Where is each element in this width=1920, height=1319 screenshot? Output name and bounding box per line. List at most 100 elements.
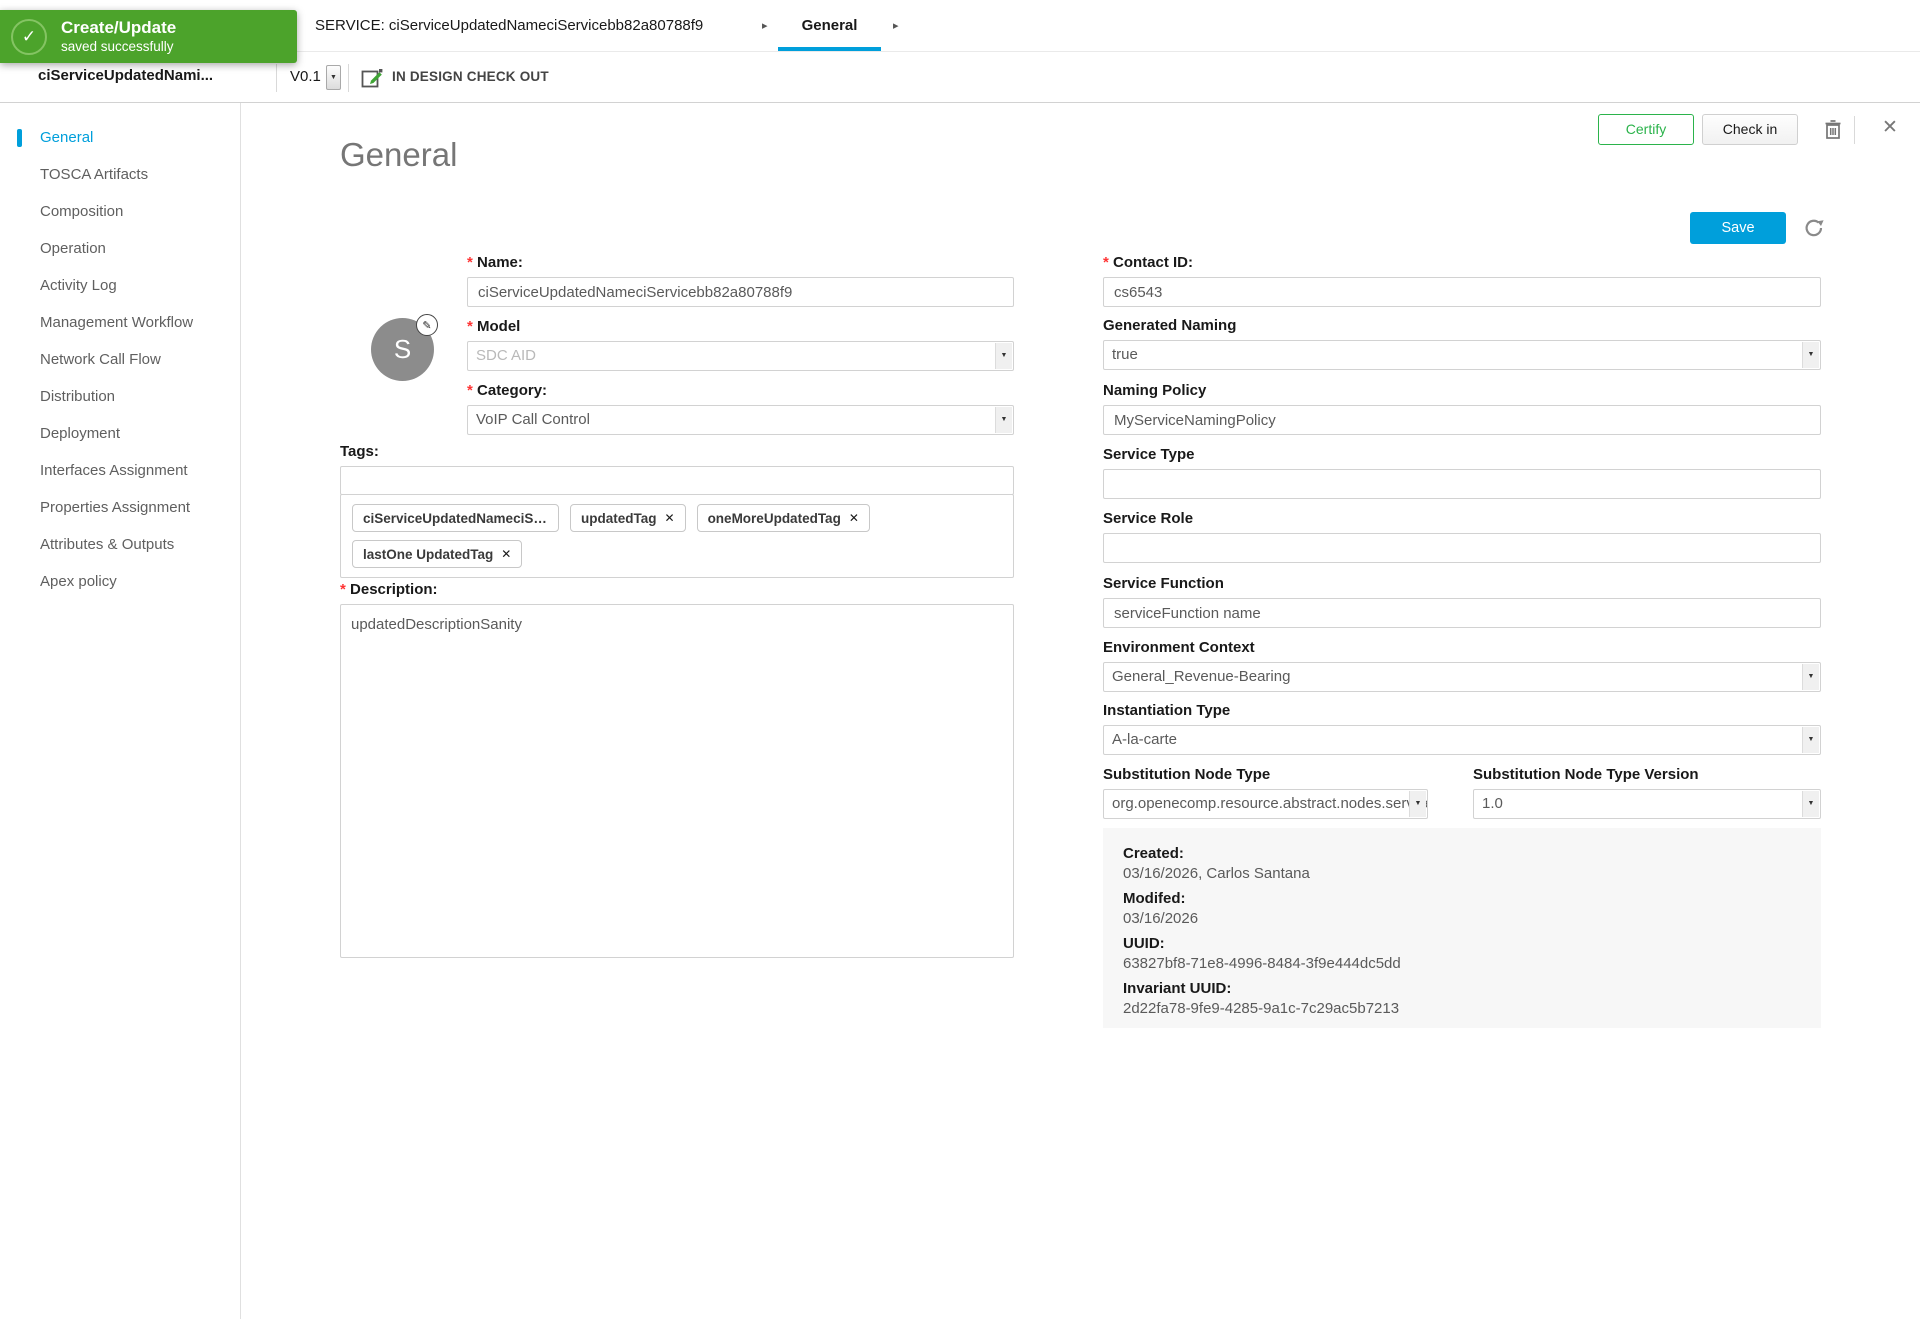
version-dropdown[interactable]: ▼ [326, 65, 341, 90]
service-type-label: Service Type [1103, 446, 1821, 463]
chevron-down-icon: ▼ [1802, 342, 1819, 368]
toast-title: Create/Update [61, 18, 176, 38]
close-icon[interactable]: ✕ [1878, 116, 1902, 140]
remove-tag-icon[interactable]: ✕ [849, 511, 859, 525]
divider [276, 64, 277, 92]
tag-chip[interactable]: lastOne UpdatedTag ✕ [352, 540, 522, 568]
sidebar-item[interactable]: TOSCA Artifacts [0, 156, 240, 193]
sidebar-item[interactable]: Properties Assignment [0, 489, 240, 526]
sidebar-item[interactable]: Apex policy [0, 563, 240, 600]
tag-chip[interactable]: updatedTag ✕ [570, 504, 686, 532]
active-indicator [17, 351, 22, 369]
contact-id-input[interactable] [1103, 277, 1821, 307]
modified-value: 03/16/2026 [1123, 909, 1801, 929]
tab-general[interactable]: General [778, 0, 881, 52]
service-type-input[interactable] [1103, 469, 1821, 499]
name-input[interactable] [467, 277, 1014, 307]
sidebar-item[interactable]: General [0, 119, 240, 156]
description-label: Description: [340, 581, 1014, 598]
sidebar-item[interactable]: Distribution [0, 378, 240, 415]
tab-active-underline [778, 47, 881, 51]
substitution-node-type-select[interactable]: org.openecomp.resource.abstract.nodes.se… [1103, 789, 1428, 819]
naming-policy-input[interactable] [1103, 405, 1821, 435]
sidebar-item[interactable]: Interfaces Assignment [0, 452, 240, 489]
model-select: SDC AID ▼ [467, 341, 1014, 371]
certify-button[interactable]: Certify [1598, 114, 1694, 145]
breadcrumb-caret-icon: ▸ [893, 0, 899, 52]
instantiation-type-select[interactable]: A-la-carte ▼ [1103, 725, 1821, 755]
instantiation-type-label: Instantiation Type [1103, 702, 1821, 719]
page-title: General [340, 136, 457, 174]
sidebar-item[interactable]: Activity Log [0, 267, 240, 304]
substitution-node-type-label: Substitution Node Type [1103, 766, 1428, 783]
invariant-uuid-label: Invariant UUID: [1123, 979, 1801, 999]
sidebar-item-label: Attributes & Outputs [40, 536, 174, 553]
active-indicator [17, 388, 22, 406]
chevron-down-icon: ▼ [1802, 791, 1819, 817]
edit-avatar-pencil-icon[interactable]: ✎ [416, 314, 438, 336]
modified-label: Modifed: [1123, 889, 1801, 909]
lifecycle-status-label: IN DESIGN CHECK OUT [392, 69, 549, 84]
breadcrumb-service: SERVICE: ciServiceUpdatedNameciServicebb… [315, 0, 703, 52]
active-indicator [17, 462, 22, 480]
sidebar-item-label: Apex policy [40, 573, 117, 590]
tag-chip-label: oneMoreUpdatedTag [708, 511, 841, 526]
sidebar-item-label: Activity Log [40, 277, 117, 294]
naming-policy-field: Naming Policy [1103, 382, 1821, 435]
generated-naming-field: Generated Naming true ▼ [1103, 317, 1821, 370]
service-function-field: Service Function [1103, 575, 1821, 628]
tags-input[interactable] [340, 466, 1014, 495]
description-field: Description: updatedDescriptionSanity [340, 581, 1014, 963]
substitution-node-type-version-select[interactable]: 1.0 ▼ [1473, 789, 1821, 819]
substitution-node-type-version-field: Substitution Node Type Version 1.0 ▼ [1473, 766, 1821, 819]
sidebar-item[interactable]: Operation [0, 230, 240, 267]
service-role-field: Service Role [1103, 510, 1821, 563]
save-button[interactable]: Save [1690, 212, 1786, 244]
sidebar-item-label: Interfaces Assignment [40, 462, 188, 479]
environment-context-label: Environment Context [1103, 639, 1821, 656]
sidebar-item-label: Properties Assignment [40, 499, 190, 516]
service-metadata-box: Created: 03/16/2026, Carlos Santana Modi… [1103, 828, 1821, 1028]
sidebar-nav: General TOSCA Artifacts Composition Oper… [0, 103, 241, 1319]
sidebar-item-label: Operation [40, 240, 106, 257]
active-indicator [17, 277, 22, 295]
uuid-value: 63827bf8-71e8-4996-8484-3f9e444dc5dd [1123, 954, 1801, 974]
environment-context-field: Environment Context General_Revenue-Bear… [1103, 639, 1821, 692]
sidebar-item[interactable]: Attributes & Outputs [0, 526, 240, 563]
service-function-input[interactable] [1103, 598, 1821, 628]
active-indicator [17, 240, 22, 258]
service-title-truncated: ciServiceUpdatedNami... [38, 67, 213, 84]
sidebar-item[interactable]: Composition [0, 193, 240, 230]
divider [348, 64, 349, 92]
tag-chip[interactable]: oneMoreUpdatedTag ✕ [697, 504, 870, 532]
category-field: Category: VoIP Call Control ▼ [467, 382, 1014, 435]
checkin-button[interactable]: Check in [1702, 114, 1798, 145]
tags-field: Tags: ciServiceUpdatedNameciServic... up… [340, 443, 1014, 578]
substitution-node-type-field: Substitution Node Type org.openecomp.res… [1103, 766, 1428, 819]
created-label: Created: [1123, 844, 1801, 864]
sidebar-item[interactable]: Management Workflow [0, 304, 240, 341]
contact-id-label: Contact ID: [1103, 254, 1821, 271]
delete-trash-icon[interactable] [1822, 118, 1844, 140]
refresh-icon[interactable] [1802, 216, 1826, 240]
service-role-label: Service Role [1103, 510, 1821, 527]
service-role-input[interactable] [1103, 533, 1821, 563]
tag-chip[interactable]: ciServiceUpdatedNameciServic... [352, 504, 559, 532]
active-indicator [17, 425, 22, 443]
version-label: V0.1 [290, 68, 321, 85]
remove-tag-icon[interactable]: ✕ [665, 511, 675, 525]
check-circle-icon: ✓ [11, 19, 47, 55]
generated-naming-select[interactable]: true ▼ [1103, 340, 1821, 370]
description-textarea[interactable]: updatedDescriptionSanity [340, 604, 1014, 958]
active-indicator [17, 314, 22, 332]
generated-naming-label: Generated Naming [1103, 317, 1821, 334]
toast-notification[interactable]: ✓ Create/Update saved successfully [0, 10, 297, 63]
environment-context-select[interactable]: General_Revenue-Bearing ▼ [1103, 662, 1821, 692]
remove-tag-icon[interactable]: ✕ [501, 547, 511, 561]
avatar-letter: S [394, 334, 411, 365]
sidebar-item[interactable]: Network Call Flow [0, 341, 240, 378]
service-avatar: S ✎ [371, 318, 434, 381]
category-select[interactable]: VoIP Call Control ▼ [467, 405, 1014, 435]
sidebar-item[interactable]: Deployment [0, 415, 240, 452]
sidebar-item-label: TOSCA Artifacts [40, 166, 148, 183]
